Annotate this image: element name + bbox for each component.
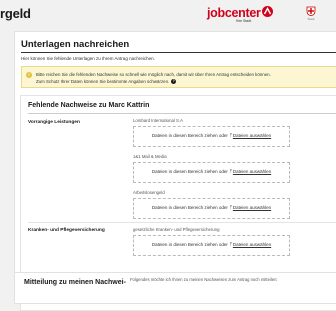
item-label: 1&1 Mail & Media <box>133 154 167 159</box>
dropzone-text: Dateien in diesen Bereich ziehen oder <box>151 169 228 174</box>
group-label-krankenversicherung: Kranken- und Pflegeversicherung <box>28 228 105 233</box>
dropzone-text: Dateien in diesen Bereich ziehen oder <box>151 133 228 138</box>
logo-tagline: Ihre Stadt <box>236 19 252 23</box>
select-files-link[interactable]: Dateien auswählen <box>233 242 271 247</box>
file-dropzone[interactable]: Dateien in diesen Bereich ziehen oder ⤒Da… <box>133 162 290 183</box>
message-title: Mitteilung zu meinen Nachwei- <box>24 279 126 286</box>
missing-documents-title: Fehlende Nachweise zu Marc Kattrin <box>28 102 150 109</box>
notice-box: ! Bitte reichen Sie die fehlenden Nachwe… <box>21 66 336 88</box>
panel-divider <box>28 113 336 114</box>
file-dropzone[interactable]: Dateien in diesen Bereich ziehen oder ⤒Da… <box>133 198 290 219</box>
notice-line-1: Bitte reichen Sie die fehlenden Nachweis… <box>36 72 271 77</box>
select-files-link[interactable]: Dateien auswählen <box>233 169 271 174</box>
intro-text: Hier können Sie fehlende Unterlagen zu I… <box>21 56 155 61</box>
help-icon[interactable]: ? <box>171 79 177 85</box>
page-title: rgeld <box>0 6 31 21</box>
section-divider <box>21 52 336 53</box>
upload-icon: ⤒ <box>229 242 232 247</box>
upload-icon: ⤒ <box>229 205 232 210</box>
notice-line-2-wrap: Zum Schutz Ihrer Daten können Sie bestim… <box>36 78 271 85</box>
message-card: Mitteilung zu meinen Nachwei- Folgendes … <box>14 272 336 304</box>
logo-arrow-icon <box>262 6 273 17</box>
city-crest-icon <box>306 6 316 16</box>
select-files-link[interactable]: Dateien auswählen <box>233 205 271 210</box>
dropzone-text: Dateien in diesen Bereich ziehen oder <box>151 205 228 210</box>
file-dropzone[interactable]: Dateien in diesen Bereich ziehen oder ⤒Da… <box>133 235 290 256</box>
logo-text: jobcenter <box>207 6 261 20</box>
section-title: Unterlagen nachreichen <box>21 39 130 50</box>
dropzone-content: Dateien in diesen Bereich ziehen oder ⤒Da… <box>134 169 289 174</box>
file-dropzone[interactable]: Dateien in diesen Bereich ziehen oder ⤒Da… <box>133 126 290 147</box>
top-header: rgeld jobcenter Ihre Stadt Stadt <box>0 0 336 30</box>
group-divider <box>28 222 336 223</box>
upload-icon: ⤒ <box>229 169 232 174</box>
item-label: Lombard International S.A <box>133 118 183 123</box>
info-icon: ! <box>26 72 32 78</box>
group-label-vorrangige-leistungen: Vorrangige Leistungen <box>28 120 80 125</box>
select-files-link[interactable]: Dateien auswählen <box>233 133 271 138</box>
notice-line-2: Zum Schutz Ihrer Daten können Sie bestim… <box>36 79 170 84</box>
notice-text: Bitte reichen Sie die fehlenden Nachweis… <box>36 71 271 85</box>
dropzone-text: Dateien in diesen Bereich ziehen oder <box>151 242 228 247</box>
crest-caption: Stadt <box>307 17 315 21</box>
item-label: gesetzliche Kranken- und Pflegeversicher… <box>133 227 220 232</box>
message-hint: Folgendes möchte ich Ihnen zu meinen Nac… <box>130 277 278 282</box>
dropzone-content: Dateien in diesen Bereich ziehen oder ⤒Da… <box>134 242 289 247</box>
upload-icon: ⤒ <box>229 133 232 138</box>
item-label: Arbeitslosengeld <box>133 190 165 195</box>
upload-documents-card: Unterlagen nachreichen Hier können Sie f… <box>14 31 336 311</box>
dropzone-content: Dateien in diesen Bereich ziehen oder ⤒Da… <box>134 205 289 210</box>
dropzone-content: Dateien in diesen Bereich ziehen oder ⤒Da… <box>134 133 289 138</box>
